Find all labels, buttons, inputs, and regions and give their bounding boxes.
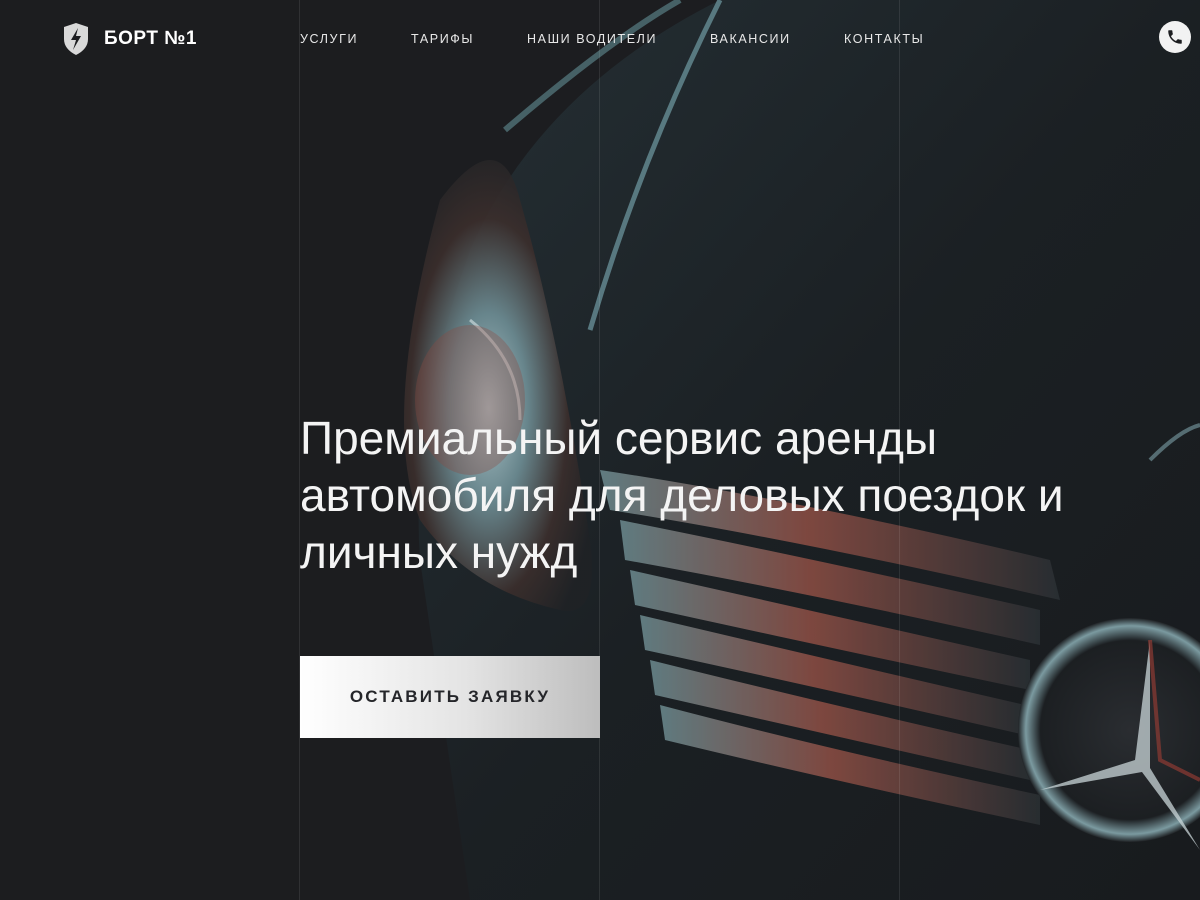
phone-icon [1168, 30, 1182, 44]
nav-item-drivers[interactable]: НАШИ ВОДИТЕЛИ [527, 32, 657, 46]
logo[interactable]: БОРТ №1 [62, 22, 197, 56]
hero-headline: Премиальный сервис аренды автомобиля для… [300, 412, 1064, 578]
nav-item-contacts[interactable]: КОНТАКТЫ [844, 32, 924, 46]
nav-item-vacancies[interactable]: ВАКАНСИИ [710, 32, 791, 46]
shield-bolt-icon [64, 23, 88, 55]
nav-item-tariffs[interactable]: ТАРИФЫ [411, 32, 474, 46]
phone-button[interactable] [1159, 21, 1191, 53]
nav-item-services[interactable]: УСЛУГИ [300, 32, 358, 46]
brand-name: БОРТ №1 [104, 28, 197, 49]
submit-request-button[interactable]: ОСТАВИТЬ ЗАЯВКУ [300, 656, 600, 738]
site-header: БОРТ №1 УСЛУГИ ТАРИФЫ НАШИ ВОДИТЕЛИ ВАКА… [0, 0, 1200, 78]
